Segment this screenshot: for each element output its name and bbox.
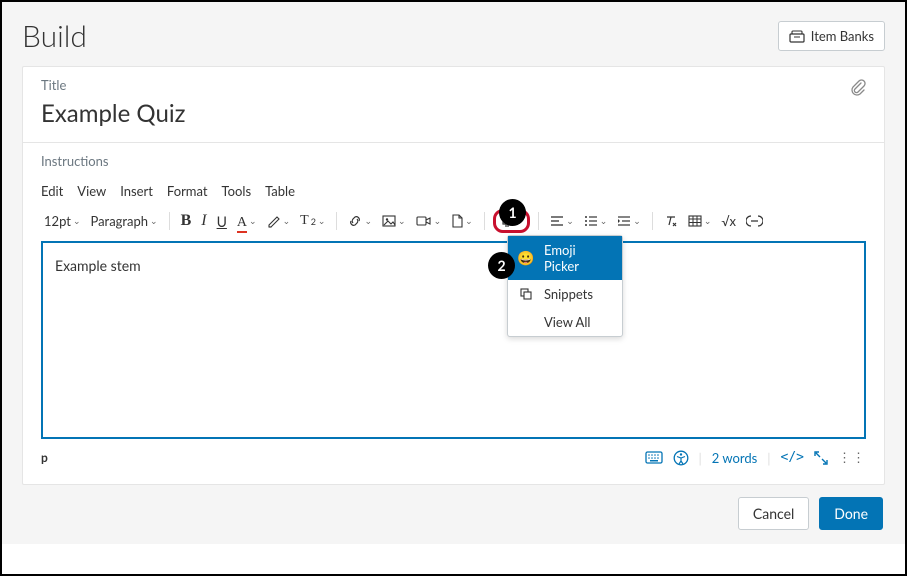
font-size-select[interactable]: 12pt⌄ <box>41 211 84 231</box>
dropdown-emoji-picker[interactable]: 😀 Emoji Picker <box>508 236 622 280</box>
quiz-title[interactable]: Example Quiz <box>41 99 185 128</box>
callout-1: 1 <box>499 199 526 226</box>
menu-insert[interactable]: Insert <box>120 183 153 199</box>
item-banks-icon <box>789 29 805 43</box>
page-title: Build <box>22 18 87 54</box>
menu-tools[interactable]: Tools <box>222 183 252 199</box>
item-banks-button[interactable]: Item Banks <box>778 21 885 51</box>
media-button[interactable]: ⌄ <box>413 213 445 229</box>
underline-button[interactable]: U <box>214 211 230 232</box>
cancel-button[interactable]: Cancel <box>738 497 809 530</box>
document-button[interactable]: ⌄ <box>448 212 476 230</box>
instructions-label: Instructions <box>41 153 866 169</box>
title-label: Title <box>41 77 185 93</box>
superscript-button[interactable]: T2⌄ <box>297 211 328 231</box>
callout-2: 2 <box>488 252 515 279</box>
menu-view[interactable]: View <box>77 183 106 199</box>
resize-handle[interactable]: ⋮⋮ <box>838 449 866 466</box>
list-button[interactable]: ⌄ <box>581 213 611 229</box>
menu-table[interactable]: Table <box>265 183 295 199</box>
plugins-dropdown: 😀 Emoji Picker Snippets View All <box>507 235 623 337</box>
element-path[interactable]: p <box>41 450 48 465</box>
dropdown-view-all[interactable]: View All <box>508 308 622 336</box>
block-format-select[interactable]: Paragraph⌄ <box>88 211 161 231</box>
snippet-icon <box>518 287 534 301</box>
attachment-icon[interactable] <box>850 79 866 97</box>
dropdown-snippets[interactable]: Snippets <box>508 280 622 308</box>
menu-edit[interactable]: Edit <box>41 183 63 199</box>
keyboard-icon[interactable] <box>645 451 663 464</box>
italic-button[interactable]: I <box>198 210 209 232</box>
item-banks-label: Item Banks <box>811 28 874 44</box>
link-button[interactable]: ⌄ <box>345 212 375 230</box>
indent-button[interactable]: ⌄ <box>614 213 644 229</box>
word-count[interactable]: 2 words <box>712 450 757 466</box>
equation-button[interactable]: √x <box>718 211 739 231</box>
editor-toolbar: 12pt⌄ Paragraph⌄ B I U A⌄ ⌄ T2⌄ ⌄ ⌄ ⌄ ⌄ … <box>41 209 866 233</box>
a11y-icon[interactable] <box>673 450 689 466</box>
table-button[interactable]: ⌄ <box>685 213 715 229</box>
highlight-color-button[interactable]: ⌄ <box>264 212 294 230</box>
image-button[interactable]: ⌄ <box>379 213 409 229</box>
done-button[interactable]: Done <box>819 497 883 530</box>
html-view-icon[interactable]: </> <box>781 450 804 465</box>
clear-format-button[interactable] <box>661 212 681 230</box>
text-color-button[interactable]: A⌄ <box>234 210 260 233</box>
editor-content[interactable]: Example stem <box>41 241 866 439</box>
emoji-icon: 😀 <box>518 249 534 267</box>
menu-format[interactable]: Format <box>167 183 208 199</box>
bold-button[interactable]: B <box>178 210 195 232</box>
align-button[interactable]: ⌄ <box>547 213 577 229</box>
embed-button[interactable] <box>743 213 766 229</box>
fullscreen-icon[interactable] <box>814 451 828 465</box>
editor-menubar: Edit View Insert Format Tools Table <box>41 183 866 199</box>
